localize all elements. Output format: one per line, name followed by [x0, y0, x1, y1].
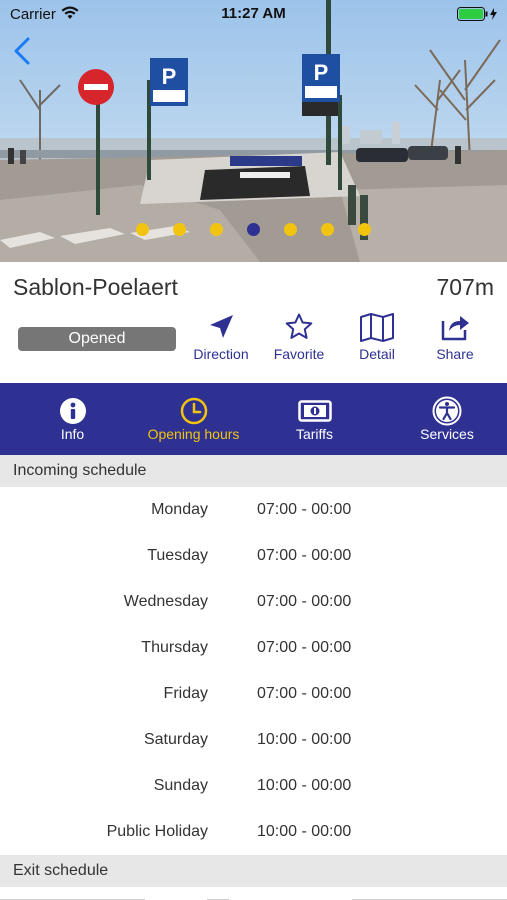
banknote-icon: [297, 400, 332, 422]
schedule-row: Public Holiday 10:00 - 00:00: [0, 809, 507, 855]
battery-icon: [457, 7, 497, 21]
schedule-hours: 07:00 - 00:00: [257, 685, 352, 702]
parking-name: Sablon-Poelaert: [13, 274, 178, 300]
tab-tariffs[interactable]: Tariffs: [242, 383, 387, 455]
tab-info-label: Info: [60, 426, 85, 442]
status-bar: Carrier 11:27 AM: [0, 0, 507, 28]
schedule-day: Sunday: [153, 777, 208, 794]
incoming-schedule-list: Monday 07:00 - 00:00 Tuesday 07:00 - 00:…: [0, 487, 507, 855]
parking-photo-carousel[interactable]: P P Carrier 11:27 AM: [0, 0, 507, 262]
schedule-hours: 07:00 - 00:00: [257, 593, 352, 610]
star-icon: [285, 313, 313, 339]
divider: [0, 899, 507, 900]
back-button[interactable]: [8, 33, 36, 69]
tab-tariffs-label: Tariffs: [295, 426, 334, 442]
schedule-row: Saturday 10:00 - 00:00: [0, 717, 507, 763]
page-dot[interactable]: [173, 223, 186, 236]
page-dot[interactable]: [210, 223, 223, 236]
page-dot[interactable]: [358, 223, 371, 236]
schedule-day: Public Holiday: [106, 823, 208, 840]
schedule-day: Saturday: [143, 731, 208, 748]
schedule-row: Wednesday 07:00 - 00:00: [0, 579, 507, 625]
detail-label: Detail: [359, 346, 395, 362]
schedule-hours: 07:00 - 00:00: [257, 639, 352, 656]
chevron-left-icon: [14, 37, 30, 65]
page-dot-active[interactable]: [247, 223, 260, 236]
schedule-hours: 10:00 - 00:00: [257, 731, 352, 748]
schedule-row: Sunday 10:00 - 00:00: [0, 763, 507, 809]
carousel-page-indicator[interactable]: [0, 223, 507, 236]
schedule-hours: 07:00 - 00:00: [257, 547, 352, 564]
page-dot[interactable]: [284, 223, 297, 236]
page-dot[interactable]: [321, 223, 334, 236]
tab-services[interactable]: Services: [387, 383, 507, 455]
schedule-day: Monday: [151, 501, 208, 518]
tab-info[interactable]: Info: [0, 383, 145, 455]
schedule-row: Friday 07:00 - 00:00: [0, 671, 507, 717]
direction-button[interactable]: Direction: [181, 312, 261, 362]
tab-opening-hours-label: Opening hours: [147, 426, 240, 442]
share-label: Share: [436, 346, 474, 362]
incoming-schedule-header: Incoming schedule: [0, 455, 507, 487]
schedule-row: Tuesday 07:00 - 00:00: [0, 533, 507, 579]
detail-button[interactable]: Detail: [337, 312, 417, 362]
clock-icon: [180, 397, 207, 425]
svg-text:P: P: [162, 64, 177, 89]
favorite-button[interactable]: Favorite: [259, 312, 339, 362]
detail-tab-bar: Info Opening hours Tariffs Services: [0, 383, 507, 455]
tab-opening-hours[interactable]: Opening hours: [145, 383, 242, 455]
schedule-day: Thursday: [141, 639, 208, 656]
map-icon: [360, 313, 394, 342]
status-badge: Opened: [18, 327, 176, 351]
exit-schedule-header: Exit schedule: [0, 855, 507, 887]
schedule-day: Wednesday: [123, 593, 208, 610]
schedule-hours: 07:00 - 00:00: [257, 501, 352, 518]
tab-services-label: Services: [420, 426, 474, 442]
parking-distance: 707m: [436, 274, 494, 300]
share-icon: [441, 316, 469, 341]
info-icon: [59, 398, 86, 424]
schedule-row: Monday 07:00 - 00:00: [0, 487, 507, 533]
schedule-row: Thursday 07:00 - 00:00: [0, 625, 507, 671]
accessibility-icon: [432, 396, 462, 426]
page-dot[interactable]: [136, 223, 149, 236]
share-button[interactable]: Share: [415, 312, 495, 362]
favorite-label: Favorite: [273, 346, 325, 362]
direction-label: Direction: [193, 346, 249, 362]
schedule-day: Friday: [163, 685, 208, 702]
clock-time: 11:27 AM: [221, 5, 286, 22]
svg-text:P: P: [314, 60, 329, 85]
schedule-hours: 10:00 - 00:00: [257, 823, 352, 840]
navigation-arrow-icon: [210, 315, 233, 338]
schedule-hours: 10:00 - 00:00: [257, 777, 352, 794]
schedule-day: Tuesday: [147, 547, 208, 564]
